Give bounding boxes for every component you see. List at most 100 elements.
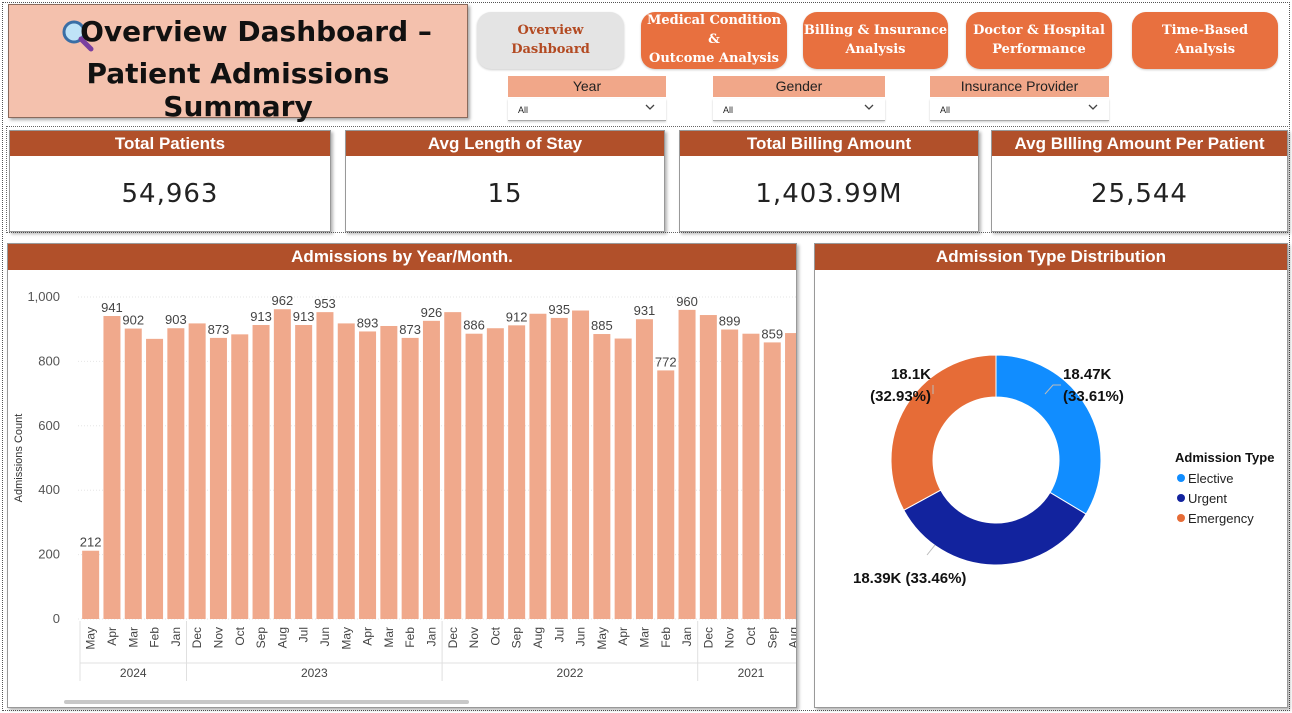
bar xyxy=(529,313,547,619)
bar xyxy=(572,310,590,619)
bar-value-label: 903 xyxy=(165,312,187,327)
x-tick-label: Dec xyxy=(701,627,715,648)
nav-overview-dashboard[interactable]: Overview Dashboard xyxy=(477,12,624,69)
x-year-label: 2021 xyxy=(738,666,765,680)
bar xyxy=(742,333,760,619)
donut-data-label: (32.93%) xyxy=(870,388,931,405)
bar-value-label: 941 xyxy=(101,300,123,315)
legend-title: Admission Type xyxy=(1175,450,1274,465)
bar xyxy=(422,320,440,619)
bar-value-label: 886 xyxy=(463,318,485,333)
chevron-down-icon xyxy=(645,104,655,110)
bar xyxy=(721,329,739,619)
bar-value-label: 913 xyxy=(293,309,315,324)
year-dropdown[interactable]: All xyxy=(508,99,666,121)
bar xyxy=(444,312,462,619)
bar-value-label: 893 xyxy=(357,315,379,330)
kpi-card-avg-length-of-stay: Avg Length of Stay 15 xyxy=(345,130,665,232)
x-tick-label: May xyxy=(84,627,98,650)
insurance-provider-dropdown[interactable]: All xyxy=(930,99,1109,121)
admission-type-panel: Admission Type Distribution 18.47K (33.61… xyxy=(814,243,1288,708)
y-axis-label: Admissions Count xyxy=(13,414,25,503)
x-tick-label: May xyxy=(595,627,609,650)
x-tick-label: Oct xyxy=(744,626,758,645)
horizontal-scrollbar xyxy=(64,700,469,704)
bar xyxy=(699,315,717,619)
y-tick-label: 800 xyxy=(38,353,60,368)
admissions-bar-chart: 0 200 400 600 800 1,000 Admissions Count 212 May… xyxy=(13,289,796,704)
bar xyxy=(785,333,796,619)
x-tick-label: Sep xyxy=(254,627,268,649)
nav-time-based[interactable]: Time-Based Analysis xyxy=(1132,12,1278,69)
bar xyxy=(209,337,227,619)
bar xyxy=(188,323,206,619)
bar xyxy=(508,325,526,619)
donut-chart-title: Admission Type Distribution xyxy=(815,244,1287,270)
bar-value-label: 912 xyxy=(506,309,528,324)
bar xyxy=(465,333,483,619)
nav-label: Time-Based Analysis xyxy=(1161,22,1249,57)
x-tick-label: Apr xyxy=(616,627,630,646)
x-tick-label: Mar xyxy=(382,627,396,648)
x-tick-label: Jul xyxy=(552,627,566,642)
x-tick-label: Mar xyxy=(126,627,140,648)
nav-doctor-hospital[interactable]: Doctor & Hospital Performance xyxy=(966,12,1112,69)
bar xyxy=(401,337,419,619)
x-tick-label: Apr xyxy=(361,627,375,646)
bar xyxy=(146,338,164,619)
x-tick-label: Nov xyxy=(723,627,737,648)
nav-billing-insurance[interactable]: Billing & Insurance Analysis xyxy=(803,12,948,69)
donut-leader-line xyxy=(926,544,936,556)
x-tick-label: Nov xyxy=(211,627,225,648)
bar xyxy=(316,312,334,619)
chevron-down-icon xyxy=(1088,104,1098,110)
nav-medical-condition[interactable]: Medical Condition & Outcome Analysis xyxy=(641,12,787,69)
admission-type-donut-chart: 18.47K (33.61%) 18.1K (32.93%) 18.39K (33.46… xyxy=(853,354,1274,587)
x-tick-label: Aug xyxy=(275,627,289,648)
x-tick-label: Mar xyxy=(637,627,651,648)
x-tick-label: Aug xyxy=(787,627,796,648)
y-tick-label: 0 xyxy=(53,611,60,626)
x-tick-label: May xyxy=(339,627,353,650)
x-tick-label: Apr xyxy=(105,627,119,646)
bar xyxy=(486,328,504,619)
slicer-label: Insurance Provider xyxy=(930,76,1109,97)
slicer-gender: Gender All xyxy=(713,76,885,122)
bar xyxy=(635,319,653,619)
kpi-value: 54,963 xyxy=(121,179,219,209)
bar-value-label: 212 xyxy=(80,535,102,550)
legend-item-label: Urgent xyxy=(1188,491,1227,506)
slicer-value: All xyxy=(940,105,951,115)
x-tick-label: Aug xyxy=(531,627,545,648)
bar xyxy=(167,328,185,619)
kpi-card-total-patients: Total Patients 54,963 xyxy=(9,130,331,232)
page-title-line2: Patient Admissions Summary xyxy=(86,57,390,123)
y-tick-label: 600 xyxy=(38,418,60,433)
bar xyxy=(678,309,696,619)
bar-value-label: 772 xyxy=(655,354,677,369)
kpi-card-total-billing: Total Billing Amount 1,403.99M xyxy=(679,130,979,232)
donut-slice-urgent xyxy=(903,489,1087,566)
bar xyxy=(657,370,675,619)
bar-value-label: 953 xyxy=(314,296,336,311)
bar-value-label: 962 xyxy=(271,293,293,308)
page-title-box: Overview Dashboard – Patient Admissions … xyxy=(8,4,468,123)
x-tick-label: Oct xyxy=(233,626,247,645)
bar xyxy=(273,309,291,619)
bar xyxy=(380,325,398,619)
x-tick-label: Dec xyxy=(446,627,460,648)
nav-label: Performance xyxy=(992,41,1086,57)
bar-value-label: 931 xyxy=(634,303,656,318)
legend-marker xyxy=(1177,514,1185,522)
kpi-value: 15 xyxy=(487,179,523,209)
bar-value-label: 873 xyxy=(399,322,421,337)
slicer-insurance-provider: Insurance Provider All xyxy=(930,76,1109,122)
x-year-label: 2022 xyxy=(557,666,584,680)
page-title-line1: Overview Dashboard – xyxy=(80,15,432,48)
y-tick-label: 200 xyxy=(38,547,60,562)
bar xyxy=(252,325,270,619)
bar-chart-title: Admissions by Year/Month. xyxy=(8,244,796,270)
gender-dropdown[interactable]: All xyxy=(713,99,885,121)
bar-value-label: 899 xyxy=(719,314,741,329)
y-tick-label: 400 xyxy=(38,482,60,497)
